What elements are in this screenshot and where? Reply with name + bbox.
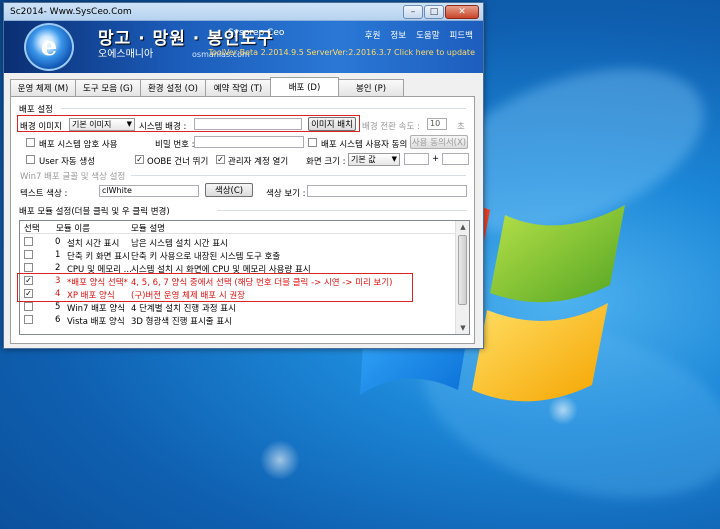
tab-os[interactable]: 운영 체제 (M) [10, 79, 76, 96]
admin-open-checkbox[interactable]: ✓ [216, 155, 225, 164]
color-button[interactable]: 색상(C) [205, 183, 253, 197]
deploy-settings-title: 배포 설정 [19, 105, 53, 115]
module-desc: 남은 시스템 설치 시간 표시 [131, 239, 228, 249]
transition-unit: 초 [457, 122, 465, 132]
tab-schedule[interactable]: 예약 작업 (T) [205, 79, 271, 96]
tab-settings[interactable]: 환경 설정 (O) [140, 79, 206, 96]
menu-donate[interactable]: 후원 [365, 29, 381, 41]
user-auto-checkbox[interactable] [26, 155, 35, 164]
highlight-box-modules [17, 273, 413, 302]
transition-speed-label: 배경 전환 속도 : [362, 122, 420, 132]
highlight-box-bg [17, 115, 360, 132]
tab-bar: 운영 체제 (M) 도구 모음 (G) 환경 설정 (O) 예약 작업 (T) … [10, 77, 404, 96]
banner-korean-name: 오에스매니아 [98, 49, 154, 60]
module-name: Win7 배포 양식 [67, 304, 126, 314]
app-banner: e 망고 · 망원 · 봉인도구 Sysprep Ceo 오에스매니아 osma… [4, 21, 483, 73]
win7-font-label: Win7 배포 글꼴 및 색상 설정 [20, 172, 126, 182]
module-checkbox[interactable] [24, 315, 33, 324]
user-agree-label: 배포 시스템 사용자 동의 [321, 140, 408, 150]
screen-size-select[interactable]: 기본 값 ▼ [348, 153, 400, 166]
module-desc: 3D 형광색 진행 표시줄 표시 [131, 317, 232, 327]
module-num: 5 [55, 302, 61, 312]
maximize-button[interactable]: □ [424, 4, 444, 19]
menu-help[interactable]: 도움말 [416, 29, 439, 41]
version-update-link[interactable]: ToolVer:Beta 2.2014.9.5 ServerVer:2.2016… [208, 48, 475, 57]
module-row[interactable]: 1 단축 키 화면 표시 단축 키 사용으로 내장된 시스템 도구 호출 [20, 249, 455, 262]
text-color-label: 텍스트 색상 : [20, 189, 68, 199]
module-num: 2 [55, 263, 61, 273]
banner-menu: 후원 정보 도움말 피드백 [365, 29, 473, 41]
module-num: 6 [55, 315, 61, 325]
module-num: 1 [55, 250, 61, 260]
admin-open-label: 관리자 계정 열기 [228, 157, 289, 167]
password-input[interactable] [194, 136, 304, 148]
oobe-skip-checkbox[interactable]: ✓ [135, 155, 144, 164]
close-button[interactable]: ✕ [445, 4, 479, 19]
module-checkbox[interactable] [24, 250, 33, 259]
module-list-header: 선택 모듈 이름 모듈 설명 [20, 221, 455, 234]
banner-subtitle: Sysprep Ceo [228, 28, 285, 38]
tab-deploy[interactable]: 배포 (D) [270, 77, 339, 96]
password-checkbox[interactable] [26, 138, 35, 147]
text-color-input[interactable]: clWhite [99, 185, 199, 197]
scroll-thumb[interactable] [458, 235, 467, 305]
scroll-down-icon[interactable]: ▼ [456, 322, 469, 334]
module-row[interactable]: 5 Win7 배포 양식 4 단계별 설치 진행 과정 표시 [20, 301, 455, 314]
chevron-down-icon: ▼ [391, 155, 397, 163]
screen-height-input[interactable] [442, 153, 469, 165]
password-label: 비밀 번호 : [155, 140, 195, 150]
window-title: Sc2014- Www.SysCeo.Com [10, 6, 132, 17]
minimize-button[interactable]: – [403, 4, 423, 19]
module-settings-title: 배포 모듈 설정(더블 클릭 및 우 클릭 변경) [19, 207, 170, 217]
screen-size-label: 화면 크기 : [306, 157, 346, 167]
module-checkbox[interactable] [24, 237, 33, 246]
color-preview-box [307, 185, 467, 197]
app-logo-icon: e [24, 23, 74, 71]
screen-size-plus: + [432, 154, 440, 164]
menu-feedback[interactable]: 피드백 [450, 29, 473, 41]
deploy-panel: 배포 설정 배경 이미지 기본 이미지 ▼ 시스템 배경 : 이미지 배치 배경 … [10, 96, 475, 344]
module-row[interactable]: 6 Vista 배포 양식 3D 형광색 진행 표시줄 표시 [20, 314, 455, 327]
module-row[interactable]: 0 설치 시간 표시 남은 시스템 설치 시간 표시 [20, 236, 455, 249]
module-checkbox[interactable] [24, 302, 33, 311]
color-preview-label: 색상 보기 : [266, 189, 306, 199]
screen-size-selected: 기본 값 [351, 155, 376, 164]
oobe-skip-label: OOBE 건너 뛰기 [147, 157, 209, 167]
module-list-scrollbar[interactable]: ▲ ▼ [455, 221, 469, 334]
menu-info[interactable]: 정보 [390, 29, 406, 41]
col-module-desc[interactable]: 모듈 설명 [131, 222, 165, 234]
user-auto-label: User 자동 생성 [39, 157, 96, 167]
tab-tools[interactable]: 도구 모음 (G) [75, 79, 141, 96]
module-desc: 4 단계별 설치 진행 과정 표시 [131, 304, 236, 314]
col-select[interactable]: 선택 [24, 222, 40, 234]
scroll-up-icon[interactable]: ▲ [456, 221, 469, 233]
tab-seal[interactable]: 봉인 (P) [338, 79, 404, 96]
password-check-label: 배포 시스템 암호 사용 [39, 140, 118, 150]
transition-speed-input[interactable]: 10 [427, 118, 447, 130]
module-name: 단축 키 화면 표시 [67, 252, 130, 262]
module-name: Vista 배포 양식 [67, 317, 125, 327]
module-num: 0 [55, 237, 61, 247]
module-name: 설치 시간 표시 [67, 239, 120, 249]
screen-width-input[interactable] [404, 153, 429, 165]
col-module-name[interactable]: 모듈 이름 [56, 222, 90, 234]
user-agree-button[interactable]: 사용 동의서(X) [410, 135, 468, 149]
sysprep-ceo-window: Sc2014- Www.SysCeo.Com – □ ✕ e 망고 · 망원 ·… [3, 2, 484, 349]
module-checkbox[interactable] [24, 263, 33, 272]
title-bar[interactable]: Sc2014- Www.SysCeo.Com – □ ✕ [4, 3, 483, 21]
user-agree-checkbox[interactable] [308, 138, 317, 147]
module-desc: 단축 키 사용으로 내장된 시스템 도구 호출 [131, 252, 281, 262]
